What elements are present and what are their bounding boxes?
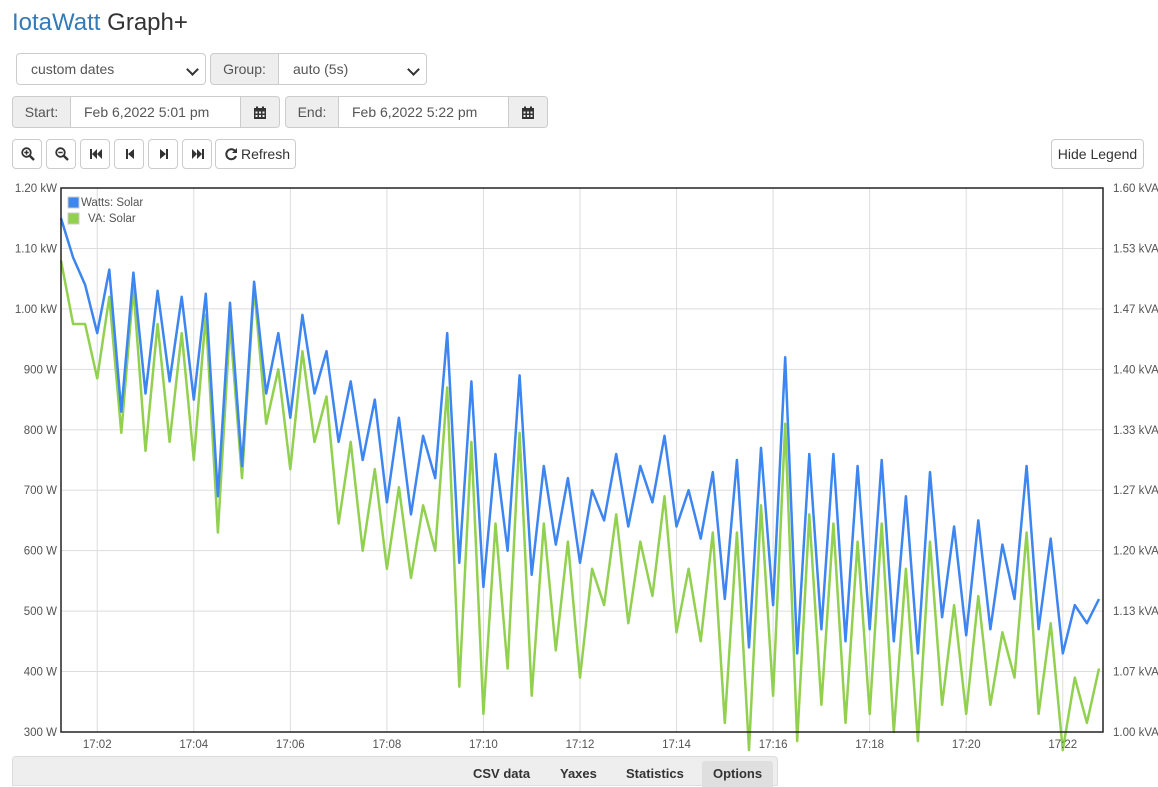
y-right-tick-label: 1.60 kVA (1113, 183, 1158, 195)
y-left-tick-label: 400 W (24, 667, 57, 679)
x-tick-label: 17:14 (662, 739, 691, 751)
y-right-tick-label: 1.07 kVA (1113, 667, 1158, 679)
y-right-tick-label: 1.33 kVA (1113, 425, 1158, 437)
x-tick-label: 17:18 (855, 739, 884, 751)
y-right-tick-label: 1.47 kVA (1113, 304, 1158, 316)
legend-swatch (67, 212, 80, 225)
y-right-tick-label: 1.20 kVA (1113, 546, 1158, 558)
legend-swatch (67, 196, 80, 209)
y-left-tick-label: 1.20 kW (15, 183, 57, 195)
legend-label: Watts: Solar (81, 197, 143, 209)
y-left-tick-label: 800 W (24, 425, 57, 437)
x-tick-label: 17:02 (83, 739, 112, 751)
y-left-tick-label: 600 W (24, 546, 57, 558)
x-tick-label: 17:08 (372, 739, 401, 751)
y-right-tick-label: 1.13 kVA (1113, 606, 1158, 618)
power-chart[interactable]: 1.20 kW 1.10 kW 1.00 kW 900 W 800 W 700 W 600 … (0, 0, 1158, 756)
x-tick-label: 17:20 (952, 739, 981, 751)
bottom-tabs: CSV data Yaxes Statistics Options (12, 756, 778, 787)
y-left-tick-label: 300 W (24, 727, 57, 739)
tab-options[interactable]: Options (702, 761, 774, 787)
tab-csv-data[interactable]: CSV data (473, 765, 530, 783)
y-left-tick-label: 1.10 kW (15, 243, 57, 255)
x-tick-label: 17:12 (566, 739, 595, 751)
chart-legend: Watts: Solar VA: Solar (67, 196, 143, 225)
y-left-tick-label: 1.00 kW (15, 304, 57, 316)
x-tick-label: 17:06 (276, 739, 305, 751)
y-left-tick-label: 500 W (24, 606, 57, 618)
x-tick-label: 17:04 (179, 739, 208, 751)
tab-statistics[interactable]: Statistics (626, 765, 684, 783)
x-tick-label: 17:22 (1048, 739, 1077, 751)
y-left-tick-label: 700 W (24, 485, 57, 497)
tab-yaxes[interactable]: Yaxes (560, 765, 597, 783)
y-right-tick-label: 1.00 kVA (1113, 727, 1158, 739)
x-tick-label: 17:16 (759, 739, 788, 751)
y-left-tick-label: 900 W (24, 364, 57, 376)
legend-label: VA: Solar (88, 213, 136, 225)
y-right-tick-label: 1.40 kVA (1113, 364, 1158, 376)
y-right-tick-label: 1.27 kVA (1113, 485, 1158, 497)
y-right-tick-label: 1.53 kVA (1113, 243, 1158, 255)
x-tick-label: 17:10 (469, 739, 498, 751)
